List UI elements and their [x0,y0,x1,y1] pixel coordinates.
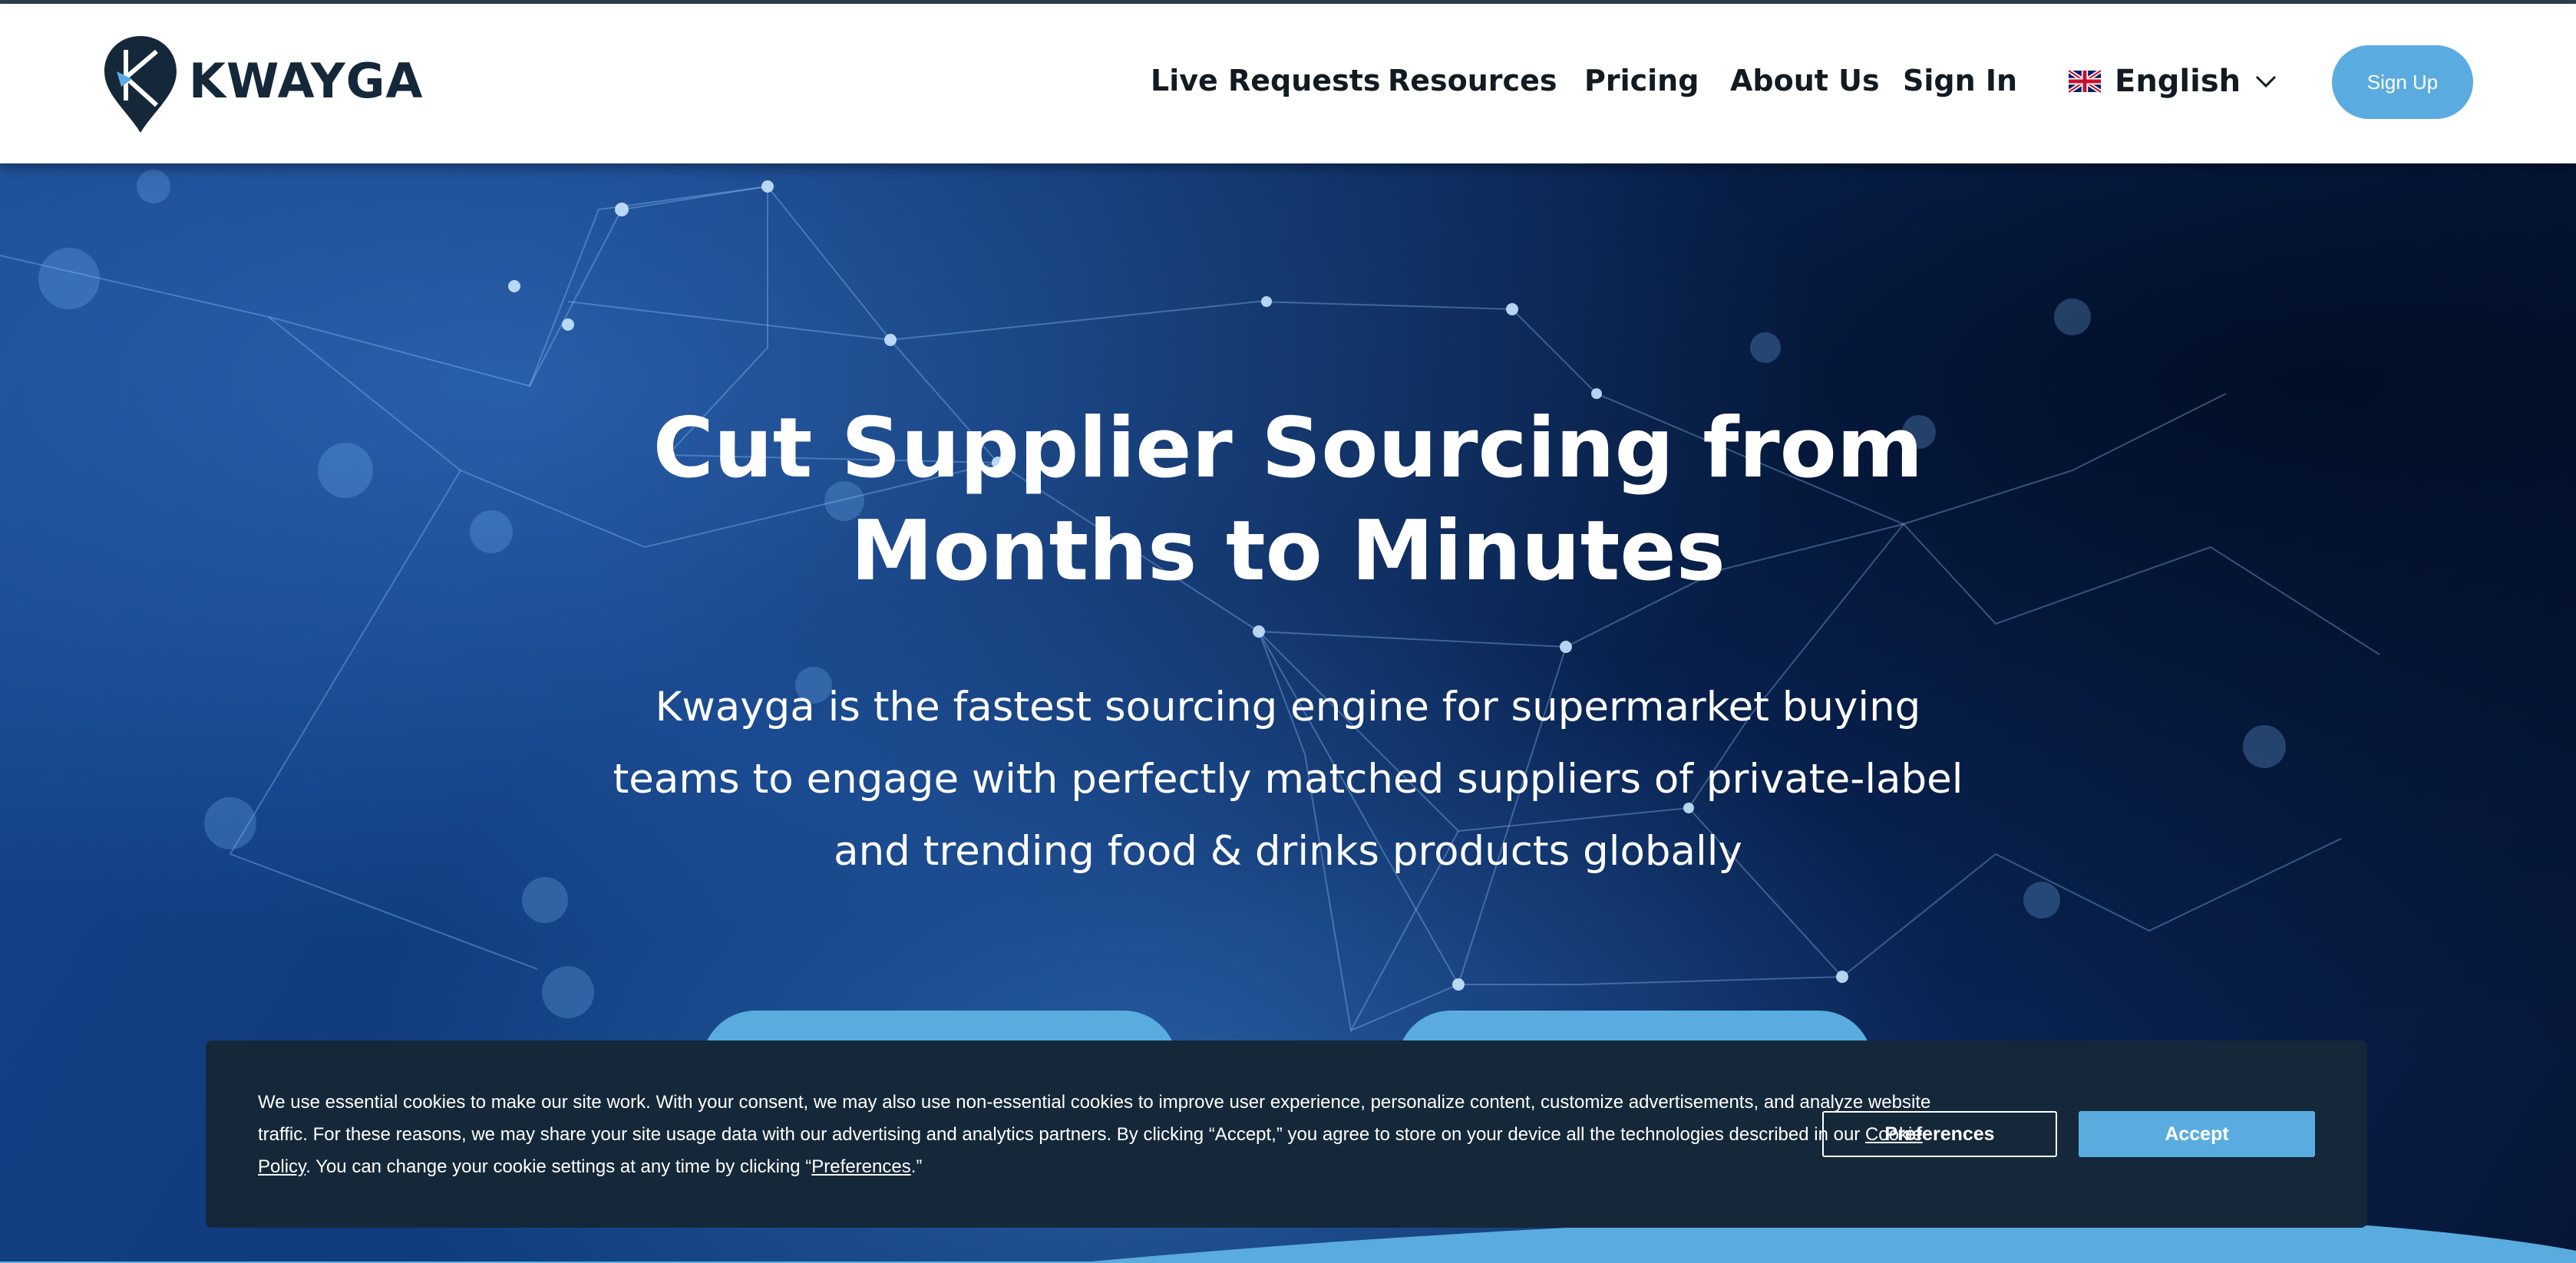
nav-about-us[interactable]: About Us [1730,64,1880,97]
sign-up-button[interactable]: Sign Up [2332,45,2473,119]
brand-name: KWAYGA [189,52,424,109]
hero-heading-line-1: Cut Supplier Sourcing from [652,401,1924,496]
language-selector[interactable]: English [2069,64,2277,99]
hero-heading-line-2: Months to Minutes [850,503,1726,599]
cookie-text-part-3: .” [910,1156,923,1177]
cookie-consent-banner: We use essential cookies to make our sit… [206,1040,2367,1228]
cookie-text-part-1: We use essential cookies to make our sit… [258,1092,1931,1145]
cookie-consent-text: We use essential cookies to make our sit… [258,1087,1977,1183]
kwayga-logo-icon [104,36,177,133]
uk-flag-icon [2069,70,2101,93]
nav-pricing[interactable]: Pricing [1584,64,1699,97]
nav-resources[interactable]: Resources [1388,64,1557,97]
cookie-text-part-2: . You can change your cookie settings at… [305,1156,812,1177]
language-label: English [2115,64,2241,99]
hero-subtitle: Kwayga is the fastest sourcing engine fo… [613,684,1963,875]
preferences-link[interactable]: Preferences [811,1156,910,1177]
cookie-accept-button[interactable]: Accept [2079,1111,2315,1157]
cookie-preferences-button[interactable]: Preferences [1822,1111,2057,1157]
hero-heading: Cut Supplier Sourcing from Months to Min… [0,397,2576,603]
nav-sign-in[interactable]: Sign In [1903,64,2017,97]
nav-live-requests[interactable]: Live Requests [1151,64,1380,97]
chevron-down-icon [2256,75,2277,88]
kwayga-logo[interactable]: KWAYGA [103,35,423,134]
site-header: KWAYGA Live Requests Resources Pricing A… [0,4,2576,163]
